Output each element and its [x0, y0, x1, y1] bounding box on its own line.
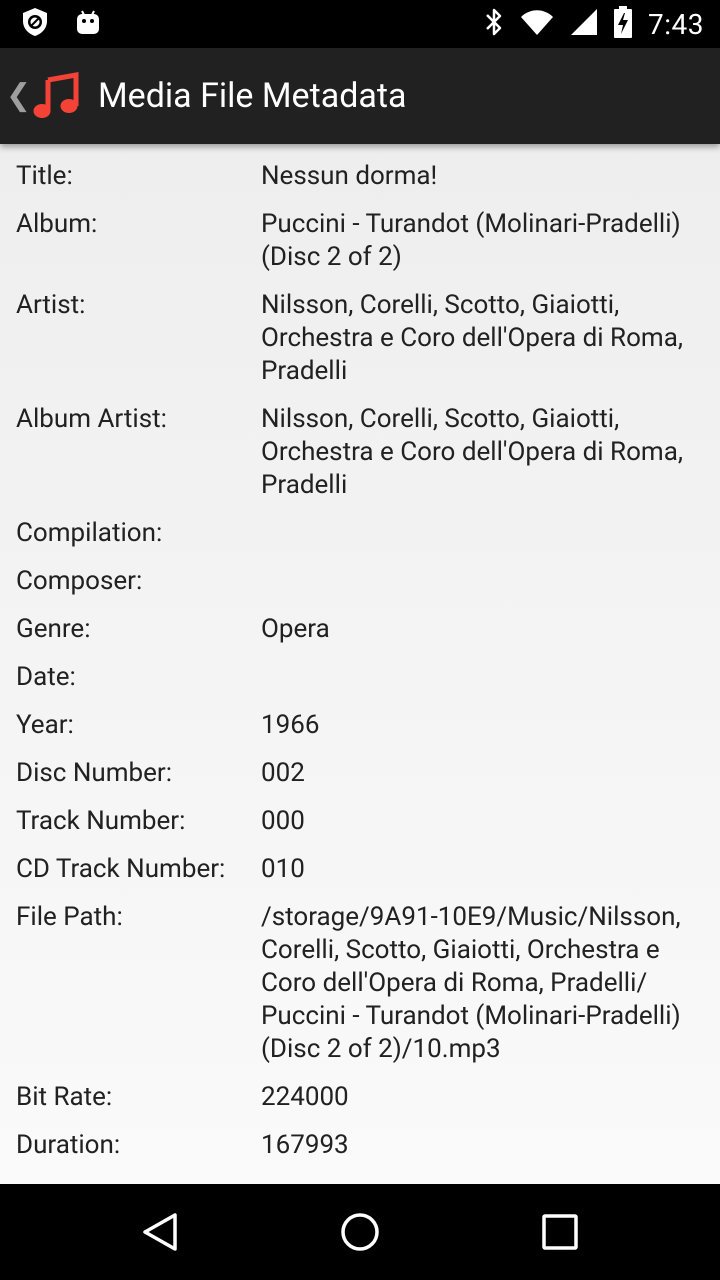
metadata-row: Date:: [0, 661, 720, 694]
metadata-label: File Path:: [16, 902, 123, 932]
metadata-value: 167993: [261, 1130, 349, 1160]
up-navigation-icon[interactable]: ❮: [6, 78, 31, 114]
metadata-row: Bit Rate: 224000: [0, 1081, 720, 1114]
metadata-row: Year: 1966: [0, 709, 720, 742]
metadata-value: Nilsson, Corelli, Scotto, Giaiotti, Orch…: [261, 404, 683, 500]
metadata-row: File Path: /storage/9A91-10E9/Music/Nilss…: [0, 901, 720, 1066]
metadata-row: Track Number: 000: [0, 805, 720, 838]
shield-icon: [20, 6, 50, 42]
metadata-row: Artist: Nilsson, Corelli, Scotto, Giaiott…: [0, 289, 720, 388]
metadata-label: Album:: [16, 209, 98, 239]
metadata-value: Nilsson, Corelli, Scotto, Giaiotti, Orch…: [261, 290, 683, 386]
battery-charging-icon: [614, 6, 632, 42]
back-icon[interactable]: [136, 1208, 184, 1256]
metadata-list: Title: Nessun dorma! Album: Puccini - Turan…: [0, 144, 720, 1162]
wifi-icon: [520, 8, 554, 40]
metadata-label: Artist:: [16, 290, 86, 320]
recents-icon[interactable]: [536, 1208, 584, 1256]
page-title: Media File Metadata: [98, 76, 407, 116]
metadata-row: Composer:: [0, 565, 720, 598]
music-note-icon[interactable]: [32, 72, 80, 120]
metadata-value: 1966: [261, 710, 320, 740]
metadata-row: Disc Number: 002: [0, 757, 720, 790]
bluetooth-icon: [484, 7, 504, 41]
status-time: 7:43: [648, 7, 704, 41]
metadata-row: CD Track Number: 010: [0, 853, 720, 886]
metadata-label: Title:: [16, 161, 73, 191]
metadata-row: Album: Puccini - Turandot (Molinari-Prade…: [0, 208, 720, 274]
status-bar: 7:43: [0, 0, 720, 48]
action-bar: ❮ Media File Metadata: [0, 48, 720, 144]
metadata-value: Nessun dorma!: [261, 161, 438, 191]
metadata-row: Compilation:: [0, 517, 720, 550]
metadata-row: Genre: Opera: [0, 613, 720, 646]
metadata-label: Duration:: [16, 1130, 121, 1160]
metadata-label: Composer:: [16, 566, 143, 596]
home-icon[interactable]: [336, 1208, 384, 1256]
metadata-value: 010: [261, 854, 305, 884]
metadata-value: [261, 565, 705, 598]
metadata-value: 000: [261, 806, 305, 836]
metadata-row: Album Artist: Nilsson, Corelli, Scotto, G…: [0, 403, 720, 502]
metadata-label: Genre:: [16, 614, 91, 644]
metadata-label: Album Artist:: [16, 404, 167, 434]
metadata-value: [261, 661, 705, 694]
metadata-row: Duration: 167993: [0, 1129, 720, 1162]
metadata-value: 224000: [261, 1082, 349, 1112]
metadata-label: Year:: [16, 710, 74, 740]
android-icon: [74, 8, 102, 40]
cell-signal-icon: [570, 8, 598, 40]
metadata-label: Track Number:: [16, 806, 186, 836]
metadata-content[interactable]: Title: Nessun dorma! Album: Puccini - Turan…: [0, 144, 720, 1184]
metadata-value: /storage/9A91-10E9/Music/Nilsson, Corell…: [261, 902, 681, 1064]
metadata-label: Compilation:: [16, 518, 163, 548]
metadata-label: Disc Number:: [16, 758, 173, 788]
metadata-value: Opera: [261, 614, 330, 644]
metadata-value: Puccini - Turandot (Molinari-Pradelli) (…: [261, 209, 681, 272]
metadata-value: 002: [261, 758, 305, 788]
navigation-bar: [0, 1184, 720, 1280]
metadata-label: CD Track Number:: [16, 854, 226, 884]
metadata-label: Bit Rate:: [16, 1082, 113, 1112]
metadata-label: Date:: [16, 662, 76, 692]
metadata-row: Title: Nessun dorma!: [0, 160, 720, 193]
metadata-value: [261, 517, 705, 550]
